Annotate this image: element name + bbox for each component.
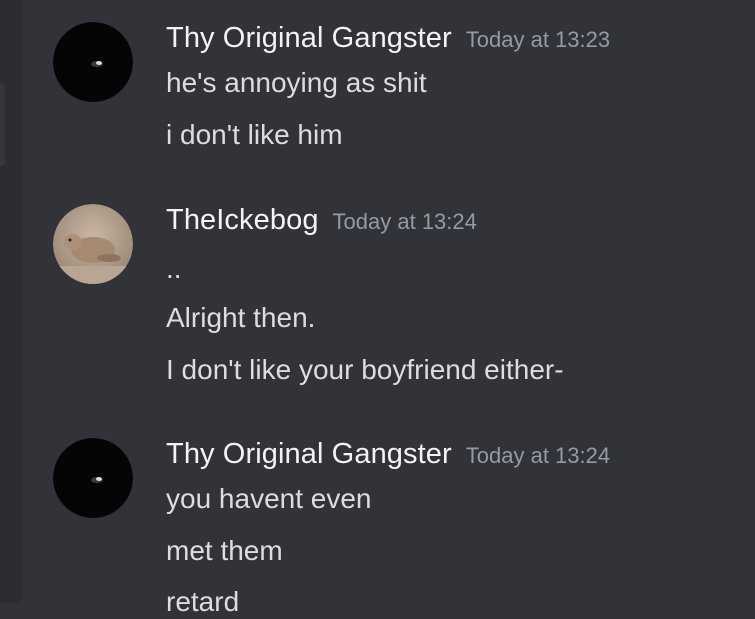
timestamp[interactable]: Today at 13:24 [466, 443, 610, 468]
message-text: .. [166, 253, 182, 284]
message-text: you havent even [166, 483, 372, 514]
timestamp[interactable]: Today at 13:23 [466, 27, 610, 52]
message-header: Thy Original Gangster Today at 13:24 [166, 438, 610, 471]
channel-sidebar-edge [0, 0, 22, 603]
prairie-dog-avatar-icon [53, 204, 133, 284]
message-header: TheIckebog Today at 13:24 [166, 204, 477, 237]
message-text: he's annoying as shit [166, 67, 427, 98]
avatar[interactable] [53, 22, 133, 102]
message-text: i don't like him [166, 119, 343, 150]
avatar[interactable] [53, 438, 133, 518]
message-header: Thy Original Gangster Today at 13:23 [166, 22, 610, 55]
username[interactable]: Thy Original Gangster [166, 22, 452, 54]
message-text: retard [166, 586, 240, 617]
message-text: Alright then. [166, 302, 316, 333]
timestamp[interactable]: Today at 13:24 [333, 209, 477, 234]
message-text: I don't like your boyfriend either- [166, 354, 564, 385]
dark-cat-avatar-icon [53, 22, 133, 102]
avatar[interactable] [53, 204, 133, 284]
scroll-indicator [0, 84, 5, 166]
message-text: met them [166, 535, 283, 566]
dark-cat-avatar-icon [53, 438, 133, 518]
username[interactable]: Thy Original Gangster [166, 438, 452, 470]
username[interactable]: TheIckebog [166, 204, 319, 236]
